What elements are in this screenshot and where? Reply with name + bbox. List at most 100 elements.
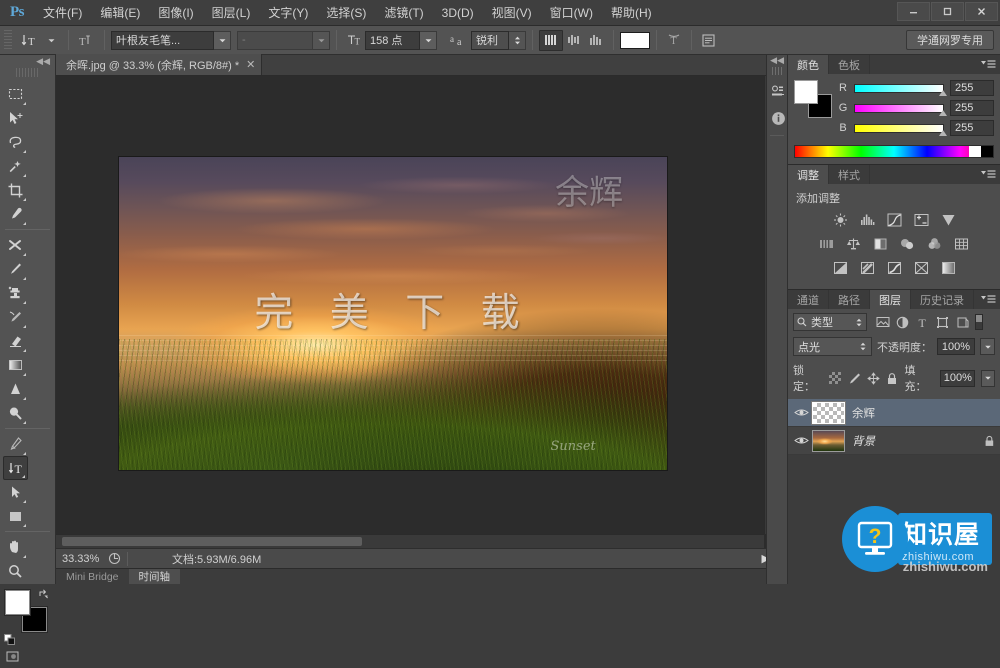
close-icon[interactable]: ✕ <box>246 58 255 71</box>
tool-preset-chevron-icon[interactable] <box>41 30 62 51</box>
tab-channels[interactable]: 通道 <box>788 290 829 309</box>
antialias-value[interactable]: 锐利 <box>471 30 509 50</box>
color-balance-icon[interactable] <box>844 235 863 252</box>
layer-visibility-icon[interactable] <box>790 407 812 418</box>
antialias-spinner-icon[interactable] <box>509 30 526 50</box>
layer-row[interactable]: 背景 <box>788 427 1000 455</box>
posterize-icon[interactable] <box>858 259 877 276</box>
levels-icon[interactable] <box>858 211 877 228</box>
color-panel-menu-icon[interactable] <box>980 58 996 71</box>
color-lookup-icon[interactable] <box>952 235 971 252</box>
invert-icon[interactable] <box>831 259 850 276</box>
blur-tool[interactable] <box>3 377 28 401</box>
antialias-combo[interactable]: 锐利 <box>471 30 526 50</box>
lock-all-icon[interactable] <box>886 371 899 385</box>
filter-pixel-icon[interactable] <box>875 315 890 330</box>
menu-item-5[interactable]: 选择(S) <box>317 0 375 26</box>
curves-icon[interactable] <box>885 211 904 228</box>
menu-item-3[interactable]: 图层(L) <box>203 0 260 26</box>
tools-collapse-button[interactable]: ◀◀ <box>0 55 55 68</box>
slider-b[interactable] <box>854 123 947 136</box>
menu-item-6[interactable]: 滤镜(T) <box>375 0 432 26</box>
tools-grip[interactable] <box>16 68 39 77</box>
layer-name[interactable]: 背景 <box>852 433 978 449</box>
spectrum-white-swatch[interactable] <box>969 146 981 157</box>
hand-tool[interactable] <box>3 535 28 559</box>
move-tool[interactable] <box>3 106 28 130</box>
font-size-value[interactable]: 158 点 <box>365 30 420 50</box>
brush-tool[interactable] <box>3 257 28 281</box>
layer-filter-toggle[interactable] <box>975 314 983 330</box>
layer-name[interactable]: 余辉 <box>852 405 1000 421</box>
canvas-area[interactable]: 余辉 完 美 下 载 Sunset <box>56 76 778 548</box>
align-vertical-center-button[interactable] <box>563 30 585 51</box>
menu-item-0[interactable]: 文件(F) <box>34 0 91 26</box>
text-orientation-button[interactable]: T <box>75 30 98 51</box>
color-panel-foreground-swatch[interactable] <box>794 80 818 104</box>
font-family-value[interactable]: 叶根友毛笔... <box>111 30 214 50</box>
layer-thumbnail[interactable] <box>811 400 846 425</box>
gradient-tool[interactable] <box>3 353 28 377</box>
slider-r[interactable] <box>854 83 947 96</box>
tab-adjustments[interactable]: 调整 <box>788 165 829 184</box>
font-style-chevron-icon[interactable] <box>313 30 330 50</box>
menu-item-4[interactable]: 文字(Y) <box>259 0 317 26</box>
rectangular-marquee-tool[interactable] <box>3 82 28 106</box>
swap-colors-icon[interactable] <box>38 588 50 600</box>
tab-color[interactable]: 颜色 <box>788 55 829 74</box>
font-family-combo[interactable]: 叶根友毛笔... <box>111 30 231 50</box>
align-vertical-bottom-button[interactable] <box>585 30 607 51</box>
layers-panel-menu-icon[interactable] <box>980 293 996 306</box>
foreground-color-swatch[interactable] <box>4 589 31 616</box>
tab-styles[interactable]: 样式 <box>829 165 870 184</box>
zoom-tool[interactable] <box>3 559 28 583</box>
layer-filter-type-combo[interactable]: 类型 <box>793 313 867 331</box>
filter-type-icon[interactable]: T <box>915 315 930 330</box>
canvas-horizontal-scrollbar[interactable] <box>56 534 764 548</box>
properties-icon[interactable] <box>767 79 789 105</box>
menu-item-8[interactable]: 视图(V) <box>483 0 541 26</box>
options-bar-grip[interactable] <box>4 30 12 50</box>
menu-item-10[interactable]: 帮助(H) <box>602 0 661 26</box>
toggle-character-panel-button[interactable] <box>698 30 719 51</box>
lock-transparent-pixels-icon[interactable] <box>829 371 842 385</box>
tab-swatches[interactable]: 色板 <box>829 55 870 74</box>
filter-smartobject-icon[interactable] <box>955 315 970 330</box>
rectangle-shape-tool[interactable] <box>3 504 28 528</box>
info-icon[interactable] <box>767 105 789 131</box>
zoom-level[interactable]: 33.33% <box>56 553 108 565</box>
type-tool[interactable]: T <box>3 456 28 480</box>
vibrance-icon[interactable] <box>939 211 958 228</box>
tool-preset-picker[interactable]: T <box>18 30 41 51</box>
crop-tool[interactable] <box>3 178 28 202</box>
rail-collapse-button[interactable]: ◀◀ <box>767 55 787 67</box>
warp-text-button[interactable]: T <box>663 30 685 51</box>
lock-image-pixels-icon[interactable] <box>848 371 861 385</box>
layer-thumbnail[interactable] <box>812 429 845 452</box>
lasso-tool[interactable] <box>3 130 28 154</box>
font-family-chevron-icon[interactable] <box>214 30 231 50</box>
tab-timeline[interactable]: 时间轴 <box>128 569 181 584</box>
opacity-value[interactable]: 100% <box>937 338 975 355</box>
slider-r-knob[interactable] <box>939 89 947 96</box>
color-spectrum-ramp[interactable] <box>794 145 994 158</box>
adjustments-panel-menu-icon[interactable] <box>980 168 996 181</box>
channel-value-b[interactable]: 255 <box>950 120 994 136</box>
filter-shape-icon[interactable] <box>935 315 950 330</box>
menu-item-2[interactable]: 图像(I) <box>149 0 202 26</box>
black-white-icon[interactable] <box>871 235 890 252</box>
rail-grip[interactable] <box>772 67 782 75</box>
fill-chevron-icon[interactable] <box>981 369 996 387</box>
eyedropper-tool[interactable] <box>3 202 28 226</box>
fill-value[interactable]: 100% <box>940 369 976 387</box>
magic-wand-tool[interactable] <box>3 154 28 178</box>
threshold-icon[interactable] <box>885 259 904 276</box>
dodge-tool[interactable] <box>3 401 28 425</box>
channel-mixer-icon[interactable] <box>925 235 944 252</box>
quick-mask-button[interactable] <box>5 649 55 668</box>
spot-healing-brush-tool[interactable] <box>3 233 28 257</box>
document-tab[interactable]: 余晖.jpg @ 33.3% (余辉, RGB/8#) * ✕ <box>56 54 263 75</box>
menu-item-7[interactable]: 3D(D) <box>433 0 483 26</box>
font-style-combo[interactable]: - <box>237 30 330 50</box>
gradient-map-icon[interactable] <box>939 259 958 276</box>
